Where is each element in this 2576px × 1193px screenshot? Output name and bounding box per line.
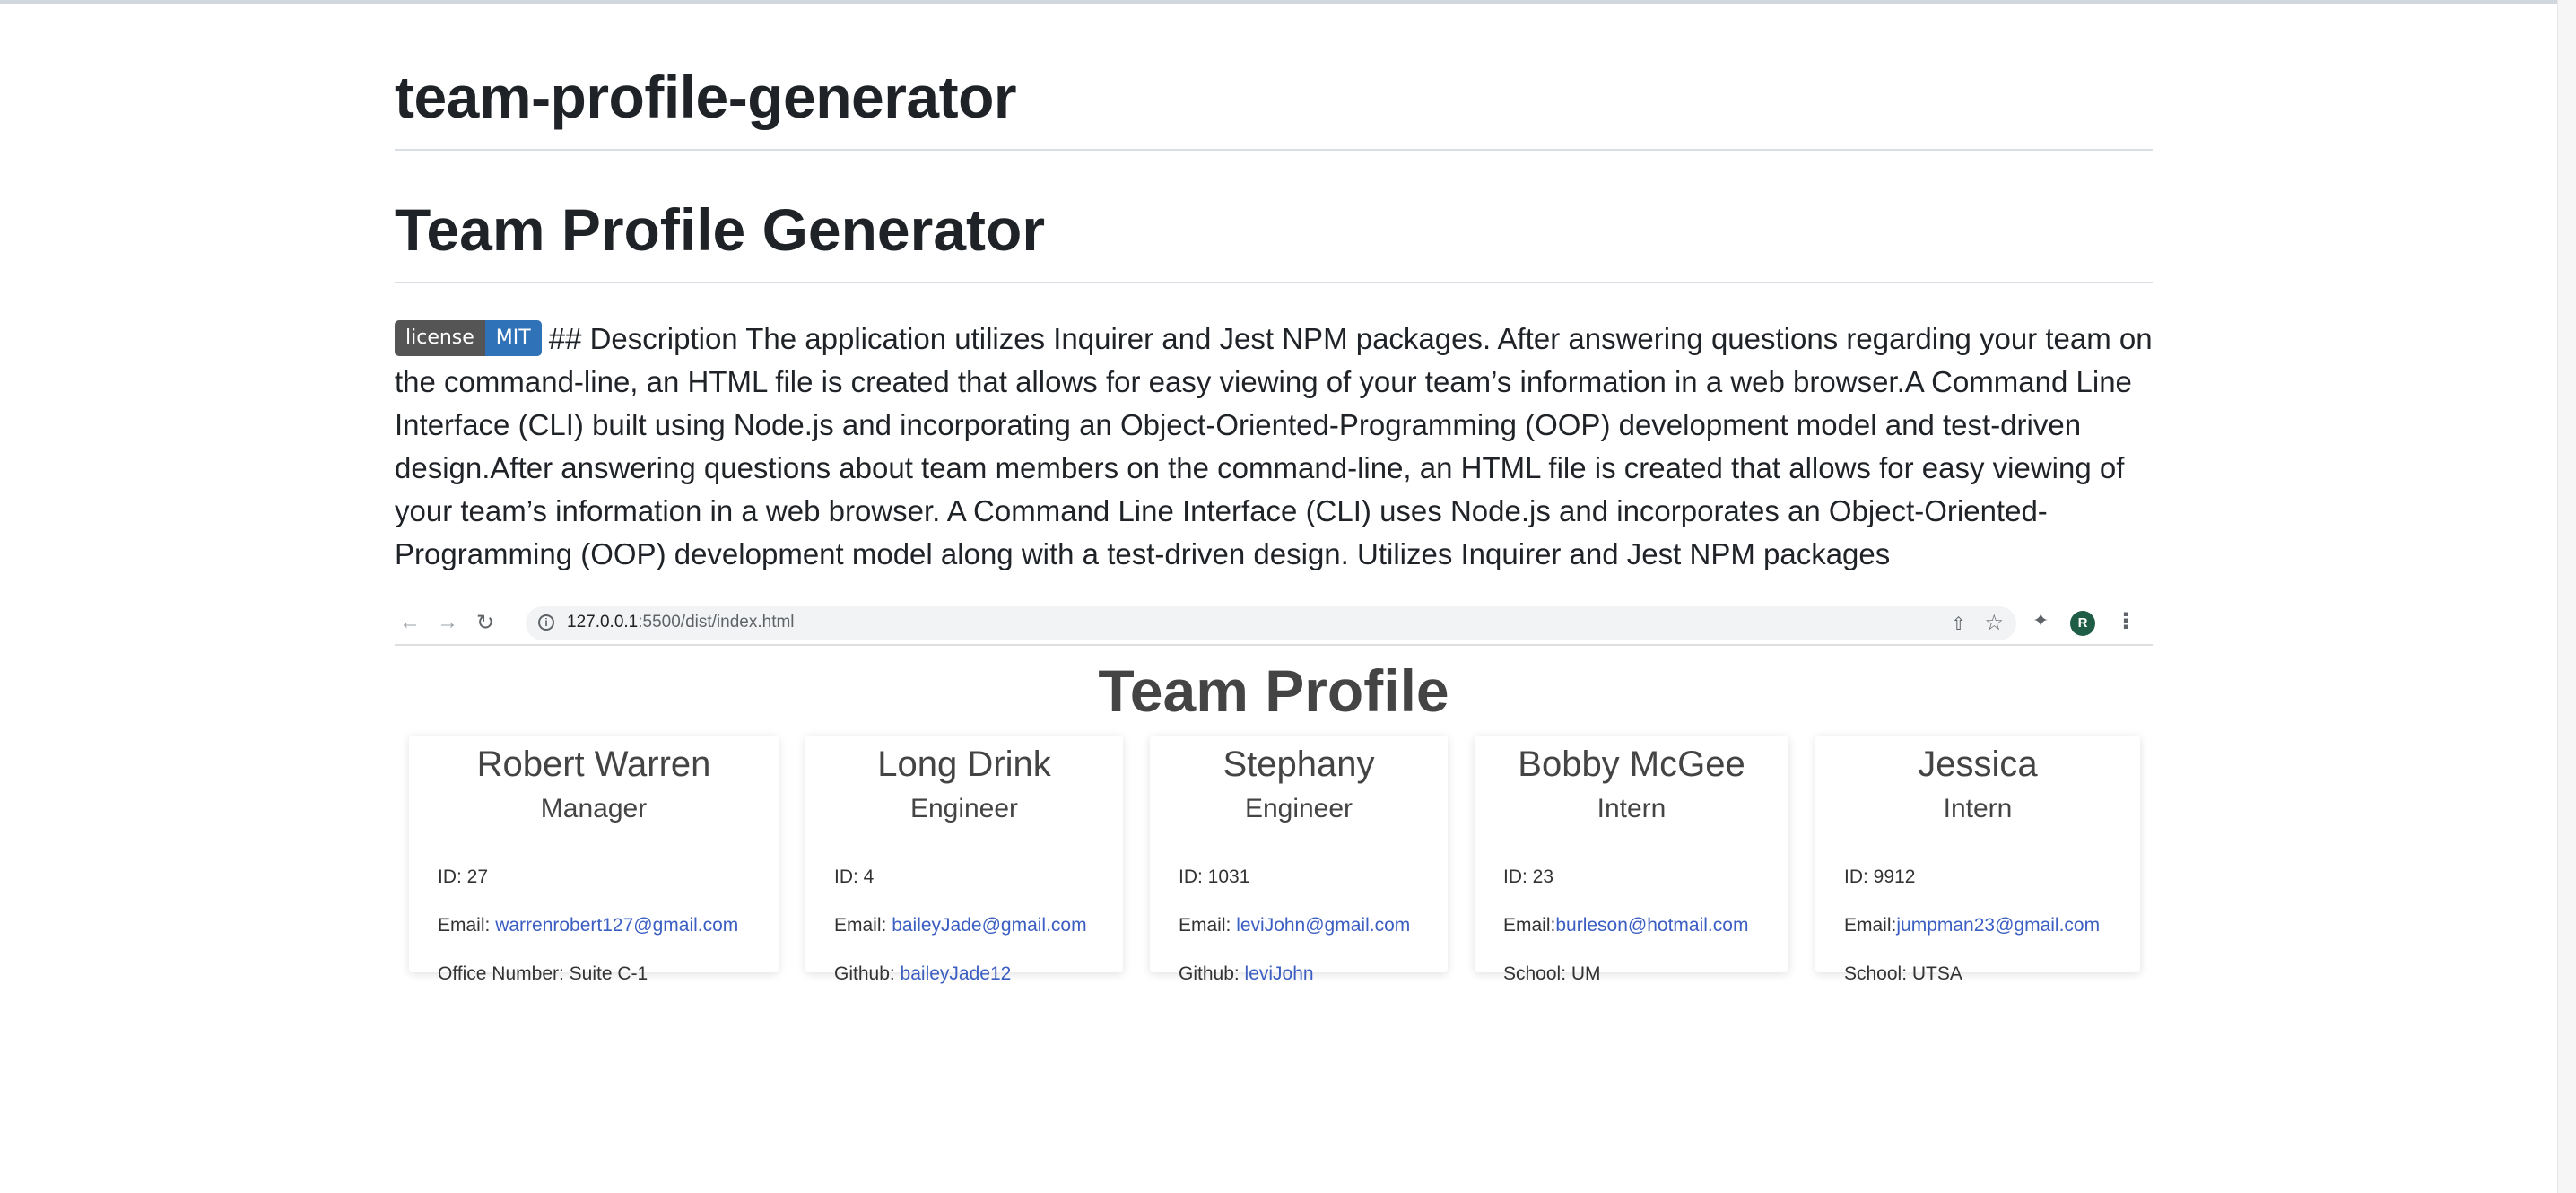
- email-label: Email:: [834, 915, 892, 936]
- employee-role: Manager: [540, 794, 648, 823]
- repo-title: team-profile-generator: [395, 64, 1017, 130]
- employee-github: Github: leviJohn: [1179, 963, 1314, 985]
- employee-role: Intern: [1597, 794, 1667, 823]
- browser-toolbar: ← → ↻ i 127.0.0.1:5500/dist/index.html ⇧…: [395, 603, 2153, 646]
- share-icon: ⇧: [1951, 614, 1966, 634]
- avatar: R: [2070, 611, 2095, 636]
- employee-email: Email: leviJohn@gmail.com: [1179, 915, 1410, 936]
- employee-id: ID: 23: [1503, 866, 1554, 887]
- reload-icon: ↻: [475, 611, 495, 635]
- employee-id: ID: 27: [438, 866, 489, 887]
- top-border: [0, 0, 2576, 4]
- email-link: warrenrobert127@gmail.com: [495, 915, 739, 936]
- employee-card: Jessica Intern ID: 9912 Email:jumpman23@…: [1815, 736, 2140, 984]
- back-icon: ←: [399, 610, 421, 634]
- badge-label: license: [395, 320, 485, 356]
- employee-name: Long Drink: [877, 745, 1051, 784]
- url-host: 127.0.0.1: [567, 613, 639, 631]
- github-label: Github:: [1179, 963, 1245, 984]
- email-link: jumpman23@gmail.com: [1896, 915, 2101, 936]
- employee-email: Email:burleson@hotmail.com: [1503, 915, 1748, 936]
- employee-card: Robert Warren Manager ID: 27 Email: warr…: [409, 736, 779, 984]
- employee-id: ID: 1031: [1179, 866, 1250, 887]
- star-icon: ☆: [1984, 611, 2004, 635]
- team-profile-title: Team Profile: [1098, 657, 1449, 724]
- school-label: School: UTSA: [1844, 963, 1962, 984]
- email-label: Email:: [1179, 915, 1237, 936]
- employee-id: ID: 9912: [1844, 866, 1916, 887]
- description-text: ## Description The application utilizes …: [395, 322, 2153, 570]
- employee-email: Email: baileyJade@gmail.com: [834, 915, 1087, 936]
- employee-role: Engineer: [909, 794, 1019, 823]
- url-path: :5500/dist/index.html: [638, 613, 795, 631]
- employee-email: Email: warrenrobert127@gmail.com: [438, 915, 738, 936]
- address-bar: i 127.0.0.1:5500/dist/index.html ⇧ ☆: [526, 606, 2016, 640]
- employee-id: ID: 4: [834, 866, 875, 887]
- address-url: 127.0.0.1:5500/dist/index.html: [567, 613, 795, 632]
- employee-card: Bobby McGee Intern ID: 23 Email:burleson…: [1475, 736, 1788, 984]
- office-label: Office Number: Suite C-1: [438, 963, 648, 984]
- readme-heading: Team Profile Generator: [395, 196, 1046, 263]
- employee-name: Robert Warren: [476, 745, 711, 784]
- email-label: Email:: [1844, 915, 1897, 936]
- app-screenshot: ← → ↻ i 127.0.0.1:5500/dist/index.html ⇧…: [395, 603, 2153, 1033]
- github-label: Github:: [834, 963, 901, 984]
- github-link: baileyJade12: [900, 963, 1012, 984]
- github-link: leviJohn: [1244, 963, 1314, 984]
- license-badge[interactable]: license MIT: [395, 320, 542, 356]
- forward-icon: →: [437, 610, 458, 634]
- vertical-scrollbar[interactable]: [2557, 0, 2576, 1193]
- email-link: burleson@hotmail.com: [1555, 915, 1749, 936]
- readme-description: license MIT ## Description The applicati…: [395, 318, 2153, 576]
- menu-icon: ⋮: [2115, 609, 2137, 633]
- divider: [395, 149, 2153, 151]
- employee-role: Intern: [1943, 794, 2013, 823]
- employee-email: Email:jumpman23@gmail.com: [1844, 915, 2100, 936]
- employee-name: Stephany: [1223, 745, 1375, 784]
- employee-card: Stephany Engineer ID: 1031 Email: leviJo…: [1150, 736, 1448, 984]
- employee-school: School: UM: [1503, 963, 1601, 985]
- email-label: Email:: [1503, 915, 1556, 936]
- employee-role: Engineer: [1244, 794, 1353, 823]
- school-label: School: UM: [1503, 963, 1601, 984]
- email-link: leviJohn@gmail.com: [1236, 915, 1411, 936]
- info-icon: i: [538, 614, 554, 631]
- extensions-icon: ✦: [2032, 609, 2049, 631]
- employee-card: Long Drink Engineer ID: 4 Email: baileyJ…: [805, 736, 1123, 984]
- badge-value: MIT: [484, 320, 542, 356]
- employee-school: School: UTSA: [1844, 963, 1962, 985]
- employee-name: Bobby McGee: [1518, 745, 1745, 784]
- email-link: baileyJade@gmail.com: [892, 915, 1087, 936]
- divider: [395, 282, 2153, 283]
- employee-office: Office Number: Suite C-1: [438, 963, 648, 985]
- employee-github: Github: baileyJade12: [834, 963, 1011, 985]
- employee-name: Jessica: [1918, 745, 2038, 784]
- email-label: Email:: [438, 915, 496, 936]
